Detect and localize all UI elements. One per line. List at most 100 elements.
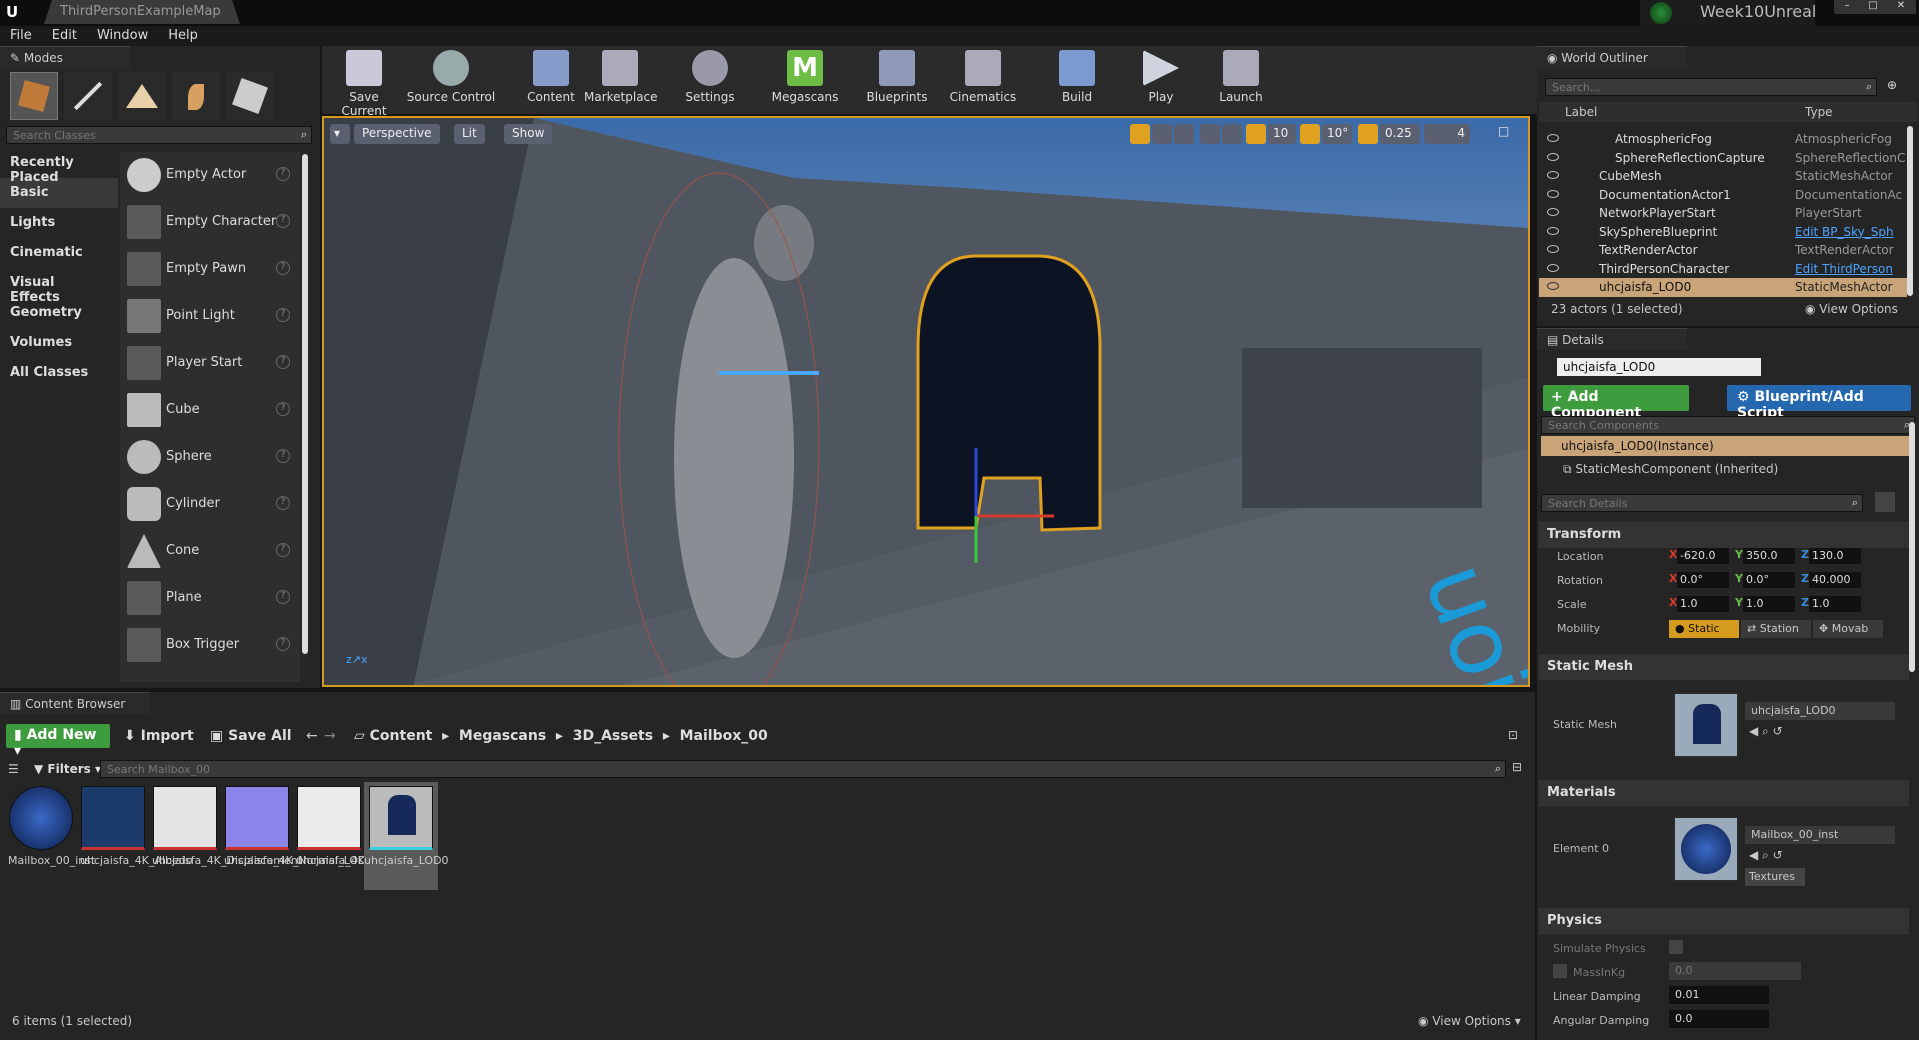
help-icon[interactable]: ? (276, 543, 290, 557)
content-button[interactable]: Content (526, 50, 576, 110)
edit-blueprint-link[interactable]: Edit BP_Sky_Sph (1795, 225, 1894, 239)
level-viewport[interactable]: uoise z↗x ▾ Perspective Lit Show 10 10° … (322, 116, 1530, 687)
foliage-mode-icon[interactable] (172, 72, 220, 120)
visibility-icon[interactable] (1547, 282, 1559, 290)
landscape-mode-icon[interactable] (118, 72, 166, 120)
help-icon[interactable]: ? (276, 214, 290, 228)
visibility-icon[interactable] (1547, 134, 1559, 142)
rotation-y-field[interactable]: 0.0° (1743, 572, 1795, 588)
cinematics-button[interactable]: Cinematics (946, 50, 1020, 110)
list-item[interactable]: Player Start? (120, 340, 300, 387)
rotation-z-field[interactable]: 40.000 (1809, 572, 1861, 588)
category-lights[interactable]: Lights (0, 208, 118, 238)
paint-mode-icon[interactable] (64, 72, 112, 120)
lock-icon[interactable]: ⊡ (1508, 728, 1518, 742)
table-row[interactable]: TextRenderActor TextRenderActor (1539, 241, 1907, 260)
blueprint-add-script-button[interactable]: ⚙ Blueprint/Add Script (1727, 385, 1911, 421)
actor-name-input[interactable]: uhcjaisfa_LOD0 (1557, 358, 1761, 376)
mobility-movable-button[interactable]: ✥ Movab (1813, 620, 1883, 638)
details-scrollbar[interactable] (1909, 422, 1915, 672)
add-new-button[interactable]: ▮ Add New ▾ (6, 724, 110, 759)
outliner-tab[interactable]: ◉ World Outliner (1537, 46, 1687, 68)
surface-snap-button[interactable] (1222, 124, 1242, 144)
lit-button[interactable]: Lit (454, 124, 485, 144)
category-visual-effects[interactable]: Visual Effects (0, 268, 118, 305)
category-volumes[interactable]: Volumes (0, 328, 118, 358)
rotation-snap-value[interactable]: 10° (1322, 124, 1352, 144)
rotate-tool-button[interactable] (1152, 124, 1172, 144)
list-item[interactable]: Empty Character? (120, 199, 300, 246)
viewport-menu-button[interactable]: ▾ (330, 124, 350, 144)
megascans-button[interactable]: M Megascans (770, 50, 840, 110)
list-item[interactable]: Cone? (120, 528, 300, 575)
world-local-button[interactable] (1200, 124, 1220, 144)
details-tab[interactable]: ▤ Details (1537, 328, 1687, 350)
scale-tool-button[interactable] (1174, 124, 1194, 144)
list-item[interactable]: Plane? (120, 575, 300, 622)
blueprints-button[interactable]: Blueprints (862, 50, 932, 110)
location-z-field[interactable]: 130.0 (1809, 548, 1861, 564)
asset-tile-selected[interactable]: uhcjaisfa_LOD0 (364, 782, 449, 890)
category-recently-placed[interactable]: Recently Placed (0, 148, 118, 185)
list-item[interactable]: Empty Actor? (120, 152, 300, 199)
minimize-button[interactable]: – (1834, 0, 1860, 14)
breadcrumb-3d-assets[interactable]: 3D_Assets (573, 728, 653, 744)
build-button[interactable]: Build (1050, 50, 1104, 110)
camera-speed-button[interactable]: 4 (1424, 124, 1470, 144)
help-icon[interactable]: ? (276, 449, 290, 463)
sources-toggle-icon[interactable]: ☰ (8, 762, 19, 776)
forward-arrow-icon[interactable]: → (324, 728, 336, 744)
place-mode-icon[interactable] (10, 72, 58, 120)
scale-x-field[interactable]: 1.0 (1677, 596, 1729, 612)
component-instance-row[interactable]: uhcjaisfa_LOD0(Instance) (1541, 436, 1915, 456)
geometry-mode-icon[interactable] (226, 72, 274, 120)
breadcrumb-megascans[interactable]: Megascans (459, 728, 546, 744)
save-search-icon[interactable]: ⊟ (1512, 760, 1522, 774)
maximize-button[interactable]: □ (1860, 0, 1886, 14)
visibility-icon[interactable] (1547, 152, 1559, 161)
table-row[interactable]: SkySphereBlueprint Edit BP_Sky_Sph (1539, 223, 1907, 242)
component-row[interactable]: ⧉ StaticMeshComponent (Inherited) (1563, 462, 1778, 477)
play-button[interactable]: Play (1136, 50, 1186, 110)
marketplace-button[interactable]: Marketplace (584, 50, 658, 110)
rotation-label[interactable]: Rotation (1557, 574, 1603, 587)
outliner-search-input[interactable]: Search... ⌕ (1545, 78, 1877, 96)
list-item[interactable]: Cube? (120, 387, 300, 434)
visibility-icon[interactable] (1547, 245, 1559, 253)
add-component-button[interactable]: + Add Component (1543, 385, 1689, 421)
scale-label[interactable]: Scale (1557, 598, 1587, 611)
save-current-button[interactable]: Save Current (326, 50, 402, 118)
breadcrumb-content[interactable]: Content (370, 728, 433, 744)
menu-file[interactable]: File (0, 26, 42, 43)
linear-damping-field[interactable]: 0.01 (1669, 986, 1769, 1004)
asset-tile[interactable]: uhcjaisfa_4K_Normal_LOD0 (224, 786, 374, 894)
help-icon[interactable]: ? (276, 261, 290, 275)
menu-window[interactable]: Window (87, 26, 158, 43)
physics-section[interactable]: Physics (1539, 908, 1909, 934)
content-view-options[interactable]: ◉ View Options ▾ (1418, 1014, 1521, 1028)
map-tab[interactable]: ThirdPersonExampleMap (44, 0, 240, 24)
materials-section[interactable]: Materials (1539, 780, 1909, 806)
help-icon[interactable]: ? (276, 590, 290, 604)
outliner-scrollbar[interactable] (1907, 126, 1913, 296)
help-icon[interactable]: ? (276, 496, 290, 510)
list-item[interactable]: Box Trigger? (120, 622, 300, 669)
browse-arrow-icon[interactable]: ◀ ⌕ ↺ (1749, 724, 1783, 739)
help-icon[interactable]: ? (276, 402, 290, 416)
static-mesh-thumbnail[interactable] (1673, 692, 1739, 758)
launch-button[interactable]: Launch (1212, 50, 1270, 110)
search-components-input[interactable]: Search Components ⌕ (1541, 416, 1915, 434)
location-x-field[interactable]: -620.0 (1677, 548, 1729, 564)
textures-dropdown[interactable]: Textures (1745, 868, 1805, 886)
list-item[interactable]: Point Light? (120, 293, 300, 340)
location-y-field[interactable]: 350.0 (1743, 548, 1795, 564)
source-control-button[interactable]: Source Control (406, 50, 496, 110)
mobility-static-button[interactable]: ● Static (1669, 620, 1739, 638)
show-button[interactable]: Show (504, 124, 553, 144)
search-assets-input[interactable]: Search Mailbox_00 ⌕ (100, 760, 1506, 778)
col-label[interactable]: Label (1565, 105, 1597, 119)
visibility-icon[interactable] (1547, 263, 1559, 272)
breadcrumb-mailbox[interactable]: Mailbox_00 (680, 728, 768, 744)
mobility-stationary-button[interactable]: ⇄ Station (1741, 620, 1811, 638)
scale-snap-button[interactable] (1358, 124, 1378, 144)
